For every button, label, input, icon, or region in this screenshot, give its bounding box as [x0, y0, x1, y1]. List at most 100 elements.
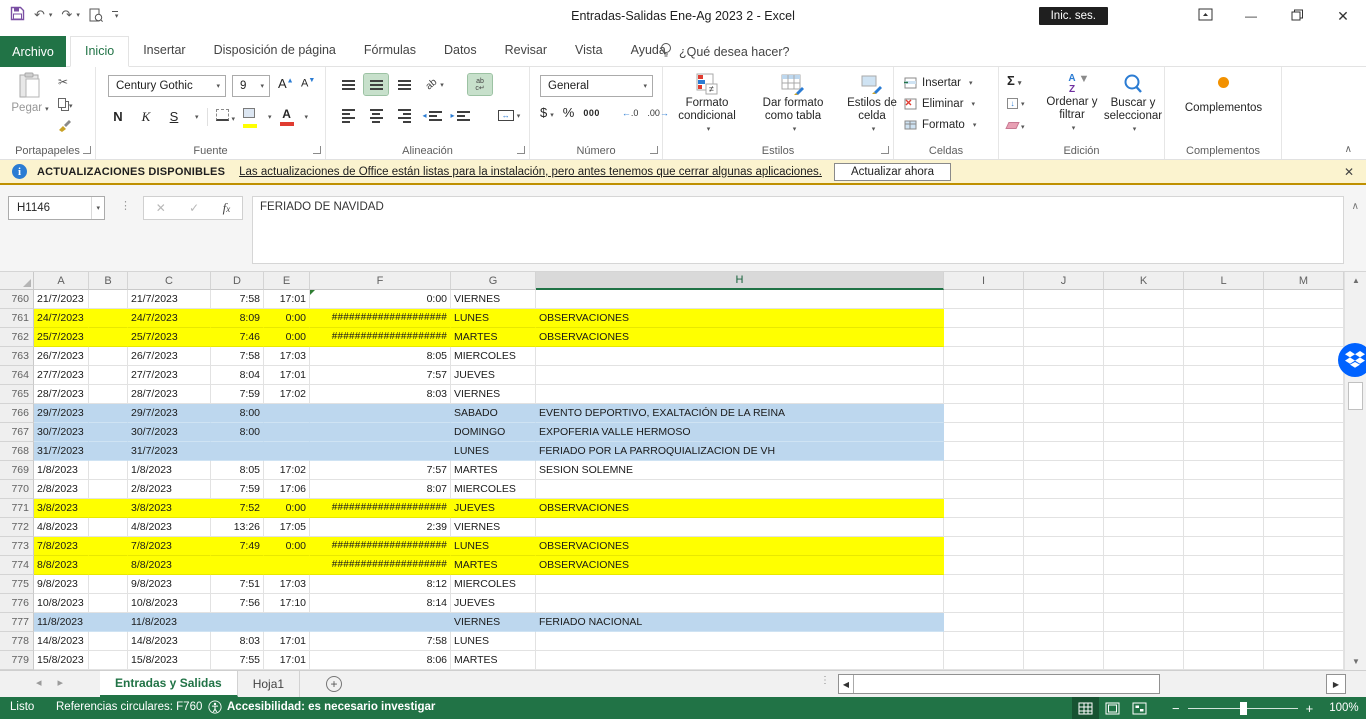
- name-box[interactable]: H1146▾: [8, 196, 105, 220]
- scroll-down-icon[interactable]: ▼: [1345, 653, 1366, 670]
- cell-B777[interactable]: [89, 613, 128, 632]
- cell-L768[interactable]: [1184, 442, 1264, 461]
- tell-me[interactable]: ¿Qué desea hacer?: [660, 36, 790, 67]
- cell-L770[interactable]: [1184, 480, 1264, 499]
- cell-I765[interactable]: [944, 385, 1024, 404]
- cell-B768[interactable]: [89, 442, 128, 461]
- vertical-scrollbar[interactable]: ▲ ▼: [1344, 272, 1366, 670]
- cell-K769[interactable]: [1104, 461, 1184, 480]
- cell-J776[interactable]: [1024, 594, 1104, 613]
- cell-A763[interactable]: 26/7/2023: [34, 347, 89, 366]
- cell-L777[interactable]: [1184, 613, 1264, 632]
- cell-D774[interactable]: [211, 556, 264, 575]
- cell-C760[interactable]: 21/7/2023: [128, 290, 211, 309]
- cell-H762[interactable]: OBSERVACIONES: [536, 328, 944, 347]
- cell-J778[interactable]: [1024, 632, 1104, 651]
- cell-G774[interactable]: MARTES: [451, 556, 536, 575]
- cell-D767[interactable]: 8:00: [211, 423, 264, 442]
- cell-J770[interactable]: [1024, 480, 1104, 499]
- cell-K761[interactable]: [1104, 309, 1184, 328]
- column-header-G[interactable]: G: [451, 272, 536, 290]
- cell-A776[interactable]: 10/8/2023: [34, 594, 89, 613]
- cell-B761[interactable]: [89, 309, 128, 328]
- row-header-768[interactable]: 768: [0, 442, 34, 461]
- fill-color-icon[interactable]: [243, 105, 257, 128]
- cell-K773[interactable]: [1104, 537, 1184, 556]
- row-header-774[interactable]: 774: [0, 556, 34, 575]
- accessibility-status[interactable]: Accesibilidad: es necesario investigar: [227, 701, 435, 713]
- row-header-773[interactable]: 773: [0, 537, 34, 556]
- cell-G768[interactable]: LUNES: [451, 442, 536, 461]
- cell-H771[interactable]: OBSERVACIONES: [536, 499, 944, 518]
- font-dialog-launcher-icon[interactable]: [313, 146, 321, 154]
- cell-E763[interactable]: 17:03: [264, 347, 310, 366]
- row-header-761[interactable]: 761: [0, 309, 34, 328]
- number-dialog-launcher-icon[interactable]: [650, 146, 658, 154]
- row-header-772[interactable]: 772: [0, 518, 34, 537]
- vertical-scroll-thumb[interactable]: [1348, 382, 1363, 410]
- cell-G778[interactable]: LUNES: [451, 632, 536, 651]
- cell-A765[interactable]: 28/7/2023: [34, 385, 89, 404]
- clear-icon[interactable]: ▾: [1007, 116, 1025, 134]
- cell-G761[interactable]: LUNES: [451, 309, 536, 328]
- column-header-C[interactable]: C: [128, 272, 211, 290]
- scroll-up-icon[interactable]: ▲: [1345, 272, 1366, 289]
- decrease-font-icon[interactable]: A▼: [301, 77, 315, 90]
- cell-K768[interactable]: [1104, 442, 1184, 461]
- cell-L761[interactable]: [1184, 309, 1264, 328]
- column-header-K[interactable]: K: [1104, 272, 1184, 290]
- cell-F776[interactable]: 8:14: [310, 594, 451, 613]
- cell-F762[interactable]: ####################: [310, 328, 451, 347]
- cell-K763[interactable]: [1104, 347, 1184, 366]
- cell-B776[interactable]: [89, 594, 128, 613]
- cell-B770[interactable]: [89, 480, 128, 499]
- cell-J765[interactable]: [1024, 385, 1104, 404]
- column-header-J[interactable]: J: [1024, 272, 1104, 290]
- cell-J769[interactable]: [1024, 461, 1104, 480]
- cell-I761[interactable]: [944, 309, 1024, 328]
- paste-button[interactable]: Pegar▾: [8, 72, 52, 114]
- tab-fórmulas[interactable]: Fórmulas: [350, 36, 430, 67]
- cell-J766[interactable]: [1024, 404, 1104, 423]
- cell-M767[interactable]: [1264, 423, 1344, 442]
- cell-C764[interactable]: 27/7/2023: [128, 366, 211, 385]
- cell-K770[interactable]: [1104, 480, 1184, 499]
- cell-H770[interactable]: [536, 480, 944, 499]
- cell-F778[interactable]: 7:58: [310, 632, 451, 651]
- cell-G775[interactable]: MIERCOLES: [451, 575, 536, 594]
- cell-C769[interactable]: 1/8/2023: [128, 461, 211, 480]
- update-now-button[interactable]: Actualizar ahora: [834, 163, 951, 181]
- cell-C773[interactable]: 7/8/2023: [128, 537, 211, 556]
- cell-C767[interactable]: 30/7/2023: [128, 423, 211, 442]
- cell-D769[interactable]: 8:05: [211, 461, 264, 480]
- cell-G760[interactable]: VIERNES: [451, 290, 536, 309]
- cell-L766[interactable]: [1184, 404, 1264, 423]
- cell-D768[interactable]: [211, 442, 264, 461]
- italic-button[interactable]: K: [136, 109, 156, 125]
- scroll-right-icon[interactable]: ▶: [1326, 674, 1346, 694]
- cell-I774[interactable]: [944, 556, 1024, 575]
- tab-datos[interactable]: Datos: [430, 36, 491, 67]
- cell-A766[interactable]: 29/7/2023: [34, 404, 89, 423]
- cell-D771[interactable]: 7:52: [211, 499, 264, 518]
- horizontal-scroll-thumb[interactable]: [854, 675, 1159, 693]
- cell-C768[interactable]: 31/7/2023: [128, 442, 211, 461]
- tab-inicio[interactable]: Inicio: [70, 36, 129, 67]
- cell-I762[interactable]: [944, 328, 1024, 347]
- cell-M773[interactable]: [1264, 537, 1344, 556]
- cell-H763[interactable]: [536, 347, 944, 366]
- cell-H765[interactable]: [536, 385, 944, 404]
- cell-F777[interactable]: [310, 613, 451, 632]
- cell-E761[interactable]: 0:00: [264, 309, 310, 328]
- cell-I764[interactable]: [944, 366, 1024, 385]
- cell-B778[interactable]: [89, 632, 128, 651]
- cell-F766[interactable]: [310, 404, 451, 423]
- thousands-format-icon[interactable]: 000: [583, 108, 600, 118]
- cell-K766[interactable]: [1104, 404, 1184, 423]
- cell-A769[interactable]: 1/8/2023: [34, 461, 89, 480]
- zoom-slider-thumb[interactable]: [1240, 702, 1247, 715]
- cell-J763[interactable]: [1024, 347, 1104, 366]
- fill-icon[interactable]: ↓▾: [1007, 93, 1025, 111]
- sheet-tab-hoja1[interactable]: Hoja1: [238, 671, 300, 697]
- cell-I770[interactable]: [944, 480, 1024, 499]
